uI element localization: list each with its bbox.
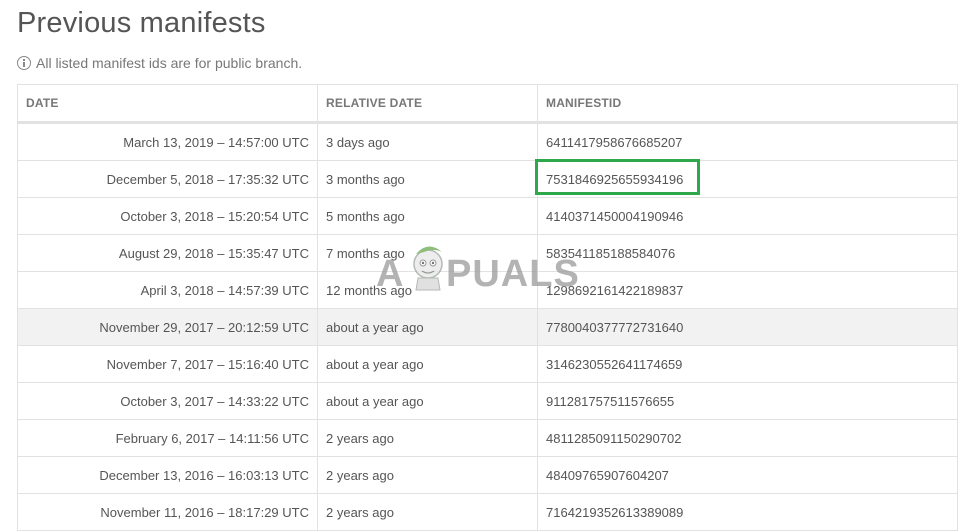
manifest-id-cell[interactable]: 7164219352613389089 <box>537 493 958 531</box>
relative-date-cell: 5 months ago <box>317 197 538 235</box>
info-icon <box>17 56 31 70</box>
relative-date-cell: about a year ago <box>317 308 538 346</box>
page-title: Previous manifests <box>17 7 266 39</box>
relative-date-cell: 2 years ago <box>317 456 538 494</box>
page: Previous manifests All listed manifest i… <box>0 0 960 531</box>
date-cell: December 13, 2016 – 16:03:13 UTC <box>17 456 318 494</box>
manifest-id-cell[interactable]: 583541185188584076 <box>537 234 958 272</box>
manifest-id-cell[interactable]: 3146230552641174659 <box>537 345 958 383</box>
table-row: November 11, 2016 – 18:17:29 UTC 2 years… <box>17 493 958 531</box>
manifest-id-cell[interactable]: 7531846925655934196 <box>537 160 958 198</box>
relative-date-cell: 3 months ago <box>317 160 538 198</box>
date-cell: October 3, 2017 – 14:33:22 UTC <box>17 382 318 420</box>
branch-note: All listed manifest ids are for public b… <box>17 53 302 73</box>
manifest-id-cell[interactable]: 4811285091150290702 <box>537 419 958 457</box>
manifest-id-cell[interactable]: 7780040377772731640 <box>537 308 958 346</box>
manifest-id-cell[interactable]: 48409765907604207 <box>537 456 958 494</box>
table-row: November 29, 2017 – 20:12:59 UTC about a… <box>17 308 958 346</box>
date-cell: March 13, 2019 – 14:57:00 UTC <box>17 122 318 161</box>
table-header-row: DATE RELATIVE DATE MANIFESTID <box>17 84 958 124</box>
column-header-date[interactable]: DATE <box>17 84 318 124</box>
table-row: October 3, 2018 – 15:20:54 UTC 5 months … <box>17 197 958 235</box>
manifest-id-cell[interactable]: 911281757511576655 <box>537 382 958 420</box>
date-cell: November 29, 2017 – 20:12:59 UTC <box>17 308 318 346</box>
table-row: August 29, 2018 – 15:35:47 UTC 7 months … <box>17 234 958 272</box>
relative-date-cell: 2 years ago <box>317 493 538 531</box>
relative-date-cell: about a year ago <box>317 382 538 420</box>
relative-date-cell: 12 months ago <box>317 271 538 309</box>
date-cell: October 3, 2018 – 15:20:54 UTC <box>17 197 318 235</box>
column-header-manifestid[interactable]: MANIFESTID <box>537 84 958 124</box>
table-row: April 3, 2018 – 14:57:39 UTC 12 months a… <box>17 271 958 309</box>
relative-date-cell: 7 months ago <box>317 234 538 272</box>
date-cell: February 6, 2017 – 14:11:56 UTC <box>17 419 318 457</box>
manifest-id-cell[interactable]: 6411417958676685207 <box>537 122 958 161</box>
relative-date-cell: 3 days ago <box>317 122 538 161</box>
branch-note-text: All listed manifest ids are for public b… <box>36 55 303 71</box>
relative-date-cell: about a year ago <box>317 345 538 383</box>
manifest-id-cell[interactable]: 4140371450004190946 <box>537 197 958 235</box>
date-cell: December 5, 2018 – 17:35:32 UTC <box>17 160 318 198</box>
table-row: February 6, 2017 – 14:11:56 UTC 2 years … <box>17 419 958 457</box>
date-cell: August 29, 2018 – 15:35:47 UTC <box>17 234 318 272</box>
table-row: December 13, 2016 – 16:03:13 UTC 2 years… <box>17 456 958 494</box>
column-header-relative-date[interactable]: RELATIVE DATE <box>317 84 538 124</box>
date-cell: November 11, 2016 – 18:17:29 UTC <box>17 493 318 531</box>
date-cell: April 3, 2018 – 14:57:39 UTC <box>17 271 318 309</box>
manifest-id-cell[interactable]: 1298692161422189837 <box>537 271 958 309</box>
table-row: October 3, 2017 – 14:33:22 UTC about a y… <box>17 382 958 420</box>
table-row: December 5, 2018 – 17:35:32 UTC 3 months… <box>17 160 958 198</box>
table-row: March 13, 2019 – 14:57:00 UTC 3 days ago… <box>17 122 958 161</box>
manifests-table: DATE RELATIVE DATE MANIFESTID March 13, … <box>17 84 958 531</box>
date-cell: November 7, 2017 – 15:16:40 UTC <box>17 345 318 383</box>
relative-date-cell: 2 years ago <box>317 419 538 457</box>
table-row: November 7, 2017 – 15:16:40 UTC about a … <box>17 345 958 383</box>
